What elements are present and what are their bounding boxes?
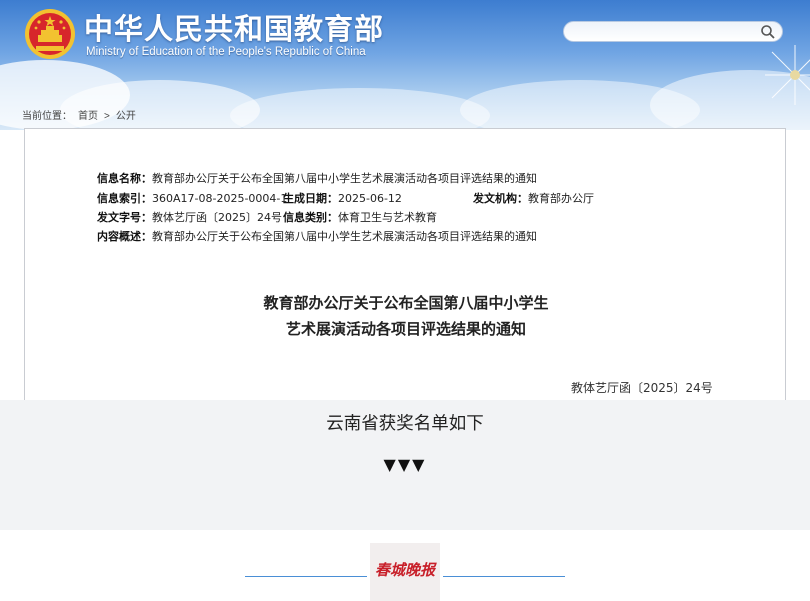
meta-docno-row: 发文字号：教体艺厅函〔2025〕24号: [97, 209, 282, 225]
cloud: [230, 88, 490, 130]
meta-index-value: 360A17-08-2025-0004-1: [152, 192, 288, 205]
cloud: [60, 80, 260, 130]
meta-name-label: 信息名称：: [97, 172, 152, 185]
dandelion-icon: [765, 45, 810, 105]
breadcrumb-public[interactable]: 公开: [116, 111, 136, 122]
divider-left: [245, 576, 367, 577]
award-list-intro: 云南省获奖名单如下: [326, 414, 484, 434]
breadcrumb-separator: >: [104, 111, 110, 122]
breadcrumb: 当前位置： 首页 > 公开: [22, 107, 142, 122]
meta-date-label: 生成日期：: [283, 192, 338, 205]
meta-index-label: 信息索引：: [97, 192, 152, 205]
national-emblem-icon[interactable]: [24, 8, 76, 60]
meta-index-row: 信息索引：360A17-08-2025-0004-1: [97, 190, 287, 206]
down-arrows-icon: ▼▼▼: [383, 455, 427, 474]
search-box[interactable]: [563, 21, 783, 42]
meta-summary-value: 教育部办公厅关于公布全国第八届中小学生艺术展演活动各项目评选结果的通知: [152, 230, 537, 243]
site-header: 中华人民共和国教育部 Ministry of Education of the …: [0, 0, 810, 130]
meta-category-value: 体育卫生与艺术教育: [338, 211, 437, 224]
divider-right: [443, 576, 565, 577]
site-title[interactable]: 中华人民共和国教育部: [84, 6, 384, 48]
search-icon[interactable]: [760, 24, 776, 40]
meta-name-value: 教育部办公厅关于公布全国第八届中小学生艺术展演活动各项目评选结果的通知: [152, 172, 537, 185]
breadcrumb-home[interactable]: 首页: [78, 111, 98, 122]
newspaper-logo-icon: 春城晚报: [370, 543, 440, 601]
document-title-line-2: 艺术展演活动各项目评选结果的通知: [285, 320, 526, 338]
meta-category-row: 信息类别：体育卫生与艺术教育: [283, 209, 437, 225]
meta-issuer-row: 发文机构：教育部办公厅: [473, 190, 594, 206]
meta-summary-label: 内容概述：: [97, 230, 152, 243]
search-input[interactable]: [574, 24, 758, 41]
content-band: 云南省获奖名单如下 ▼▼▼: [0, 400, 810, 530]
meta-name-row: 信息名称：教育部办公厅关于公布全国第八届中小学生艺术展演活动各项目评选结果的通知: [97, 170, 537, 186]
breadcrumb-prefix: 当前位置：: [22, 111, 72, 122]
meta-docno-value: 教体艺厅函〔2025〕24号: [152, 211, 282, 224]
document-number: 教体艺厅函〔2025〕24号: [571, 381, 713, 395]
meta-date-value: 2025-06-12: [338, 192, 402, 205]
meta-summary-row: 内容概述：教育部办公厅关于公布全国第八届中小学生艺术展演活动各项目评选结果的通知: [97, 228, 537, 244]
site-subtitle: Ministry of Education of the People's Re…: [86, 46, 366, 58]
meta-docno-label: 发文字号：: [97, 211, 152, 224]
document-title-line-1: 教育部办公厅关于公布全国第八届中小学生: [263, 294, 549, 312]
document-card: 信息名称：教育部办公厅关于公布全国第八届中小学生艺术展演活动各项目评选结果的通知…: [24, 128, 786, 400]
meta-issuer-label: 发文机构：: [473, 192, 528, 205]
newspaper-logo-text: 春城晚报: [374, 561, 435, 579]
meta-issuer-value: 教育部办公厅: [528, 192, 594, 205]
meta-category-label: 信息类别：: [283, 211, 338, 224]
meta-date-row: 生成日期：2025-06-12: [283, 190, 402, 206]
